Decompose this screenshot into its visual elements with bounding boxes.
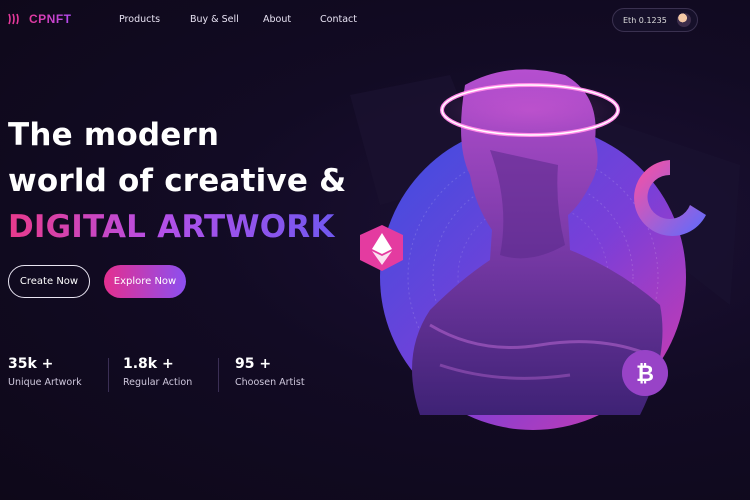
top-nav: CPNFT Products Buy & Sell About Contact … — [0, 0, 750, 40]
nav-about[interactable]: About — [263, 14, 291, 25]
nav-buy-sell[interactable]: Buy & Sell — [190, 14, 239, 25]
nav-contact[interactable]: Contact — [320, 14, 357, 25]
hero-line-1: The modern — [8, 117, 220, 153]
hero-title: The modern world of creative & DIGITAL A… — [8, 112, 346, 250]
explore-now-button[interactable]: Explore Now — [104, 265, 186, 298]
stat-label: Choosen Artist — [235, 377, 305, 388]
create-now-button[interactable]: Create Now — [8, 265, 90, 298]
stat-unique-artwork: 35k + Unique Artwork — [8, 356, 82, 388]
stat-regular-action: 1.8k + Regular Action — [123, 356, 192, 388]
stat-divider — [218, 358, 219, 392]
hero-line-2: world of creative & — [8, 163, 347, 199]
bitcoin-icon: ₿ — [622, 350, 668, 396]
stat-value: 35k + — [8, 356, 54, 372]
stat-value: 1.8k + — [123, 356, 174, 372]
wallet-balance: Eth 0.1235 — [623, 15, 667, 25]
stat-choosen-artist: 95 + Choosen Artist — [235, 356, 305, 388]
svg-text:₿: ₿ — [636, 362, 654, 387]
hero-line-3: DIGITAL ARTWORK — [8, 204, 346, 250]
stat-value: 95 + — [235, 356, 272, 372]
avatar — [677, 13, 691, 27]
halo-glow — [435, 80, 625, 140]
stat-label: Regular Action — [123, 377, 193, 388]
wallet-button[interactable]: Eth 0.1235 — [612, 8, 698, 32]
stat-divider — [108, 358, 109, 392]
landing-page: CPNFT Products Buy & Sell About Contact … — [0, 0, 750, 500]
hero-artwork: ₿ — [350, 69, 740, 430]
stats: 35k + Unique Artwork 1.8k + Regular Acti… — [8, 356, 338, 396]
stat-label: Unique Artwork — [8, 377, 82, 388]
nav-products[interactable]: Products — [119, 14, 160, 25]
